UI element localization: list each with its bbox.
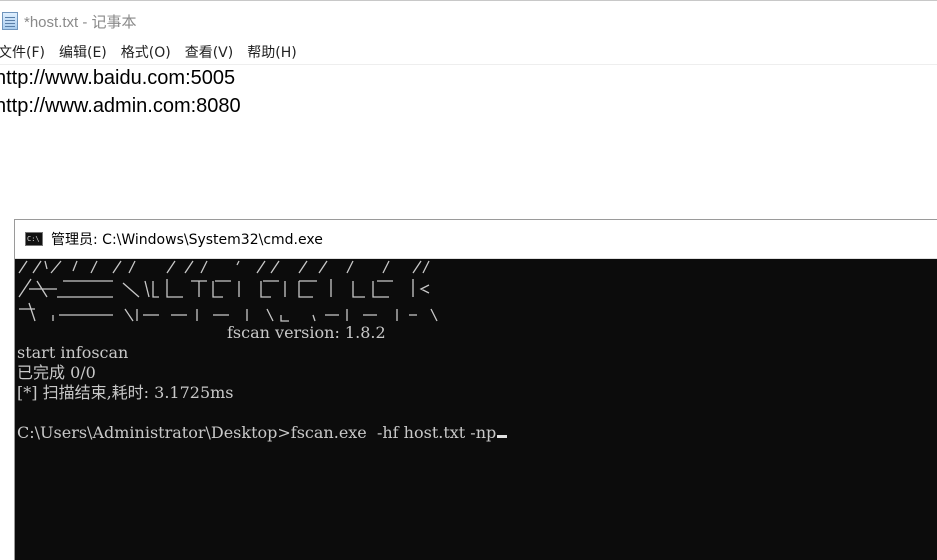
notepad-title: *host.txt - 记事本: [24, 13, 137, 31]
console-line: [*] 扫描结束,耗时: 3.1725ms: [17, 383, 234, 402]
menu-help[interactable]: 帮助(H): [247, 42, 296, 62]
notepad-menubar: 文件(F) 编辑(E) 格式(O) 查看(V) 帮助(H): [0, 40, 937, 65]
notepad-text-area[interactable]: http://www.baidu.com:5005 http://www.adm…: [0, 64, 937, 219]
cmd-titlebar: C:\ 管理员: C:\Windows\System32\cmd.exe: [15, 220, 937, 259]
ascii-banner: [17, 259, 937, 323]
menu-file[interactable]: 文件(F): [0, 42, 45, 62]
text-line: http://www.admin.com:8080: [0, 95, 241, 117]
console-line: start infoscan: [17, 343, 129, 362]
fscan-ascii-logo: [18, 260, 438, 322]
text-cursor: [497, 435, 508, 438]
menu-format[interactable]: 格式(O): [121, 42, 171, 62]
cmd-console[interactable]: fscan version: 1.8.2 start infoscan 已完成 …: [15, 259, 937, 559]
cmd-title: 管理员: C:\Windows\System32\cmd.exe: [51, 232, 323, 248]
cmd-window[interactable]: C:\ 管理员: C:\Windows\System32\cmd.exe fsc…: [14, 219, 937, 560]
menu-view[interactable]: 查看(V): [185, 42, 234, 62]
cmd-icon: C:\: [25, 232, 43, 246]
prompt-line[interactable]: C:\Users\Administrator\Desktop>fscan.exe…: [17, 423, 937, 443]
notepad-icon: [2, 12, 18, 30]
console-line: 已完成 0/0: [17, 363, 96, 382]
menu-edit[interactable]: 编辑(E): [59, 42, 107, 62]
prompt-text: C:\Users\Administrator\Desktop>fscan.exe…: [17, 423, 497, 442]
fscan-version-line: fscan version: 1.8.2: [227, 323, 386, 342]
notepad-titlebar: *host.txt - 记事本: [0, 0, 937, 41]
text-line: http://www.baidu.com:5005: [0, 67, 236, 89]
